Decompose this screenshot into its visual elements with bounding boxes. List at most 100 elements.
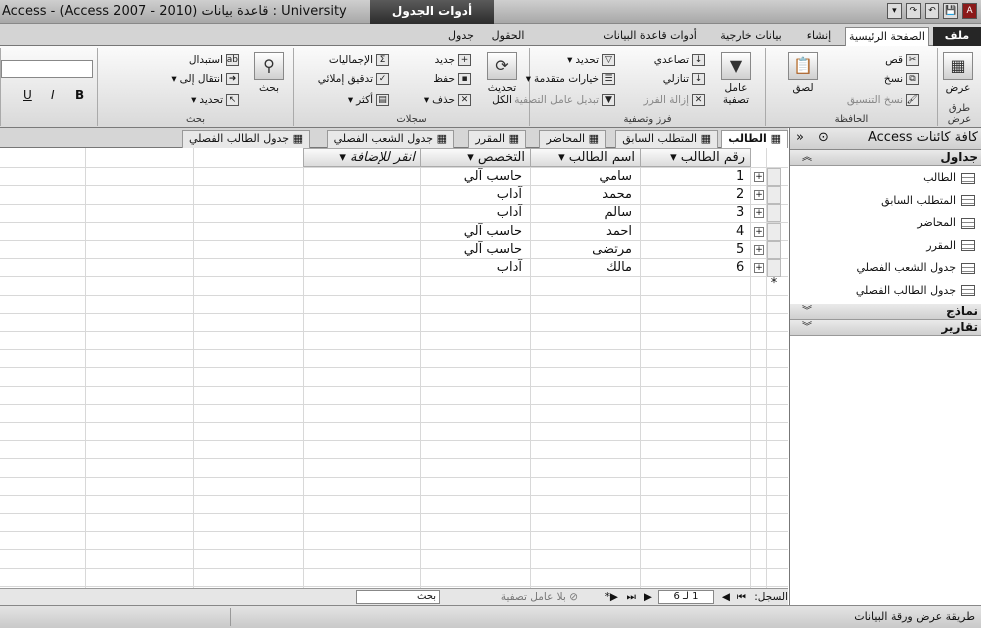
doc-tab-lecturer[interactable]: ▦ المحاضر (539, 130, 606, 148)
nav-table-item[interactable]: المحاضر (917, 213, 975, 233)
cell-major[interactable]: آداب (420, 186, 526, 204)
cell-student-name[interactable]: سامي (530, 168, 636, 186)
nav-table-item[interactable]: المقرر (926, 236, 975, 256)
advanced-button[interactable]: ☰ خيارات متقدمة ▾ (526, 73, 615, 85)
paste-button[interactable]: 📋 لصق (781, 52, 825, 94)
cell-student-id[interactable]: 1 (640, 168, 746, 186)
totals-button[interactable]: Σ الإجماليات (329, 54, 389, 66)
row-selector[interactable] (767, 222, 781, 241)
new-record-row-selector[interactable]: * (767, 277, 781, 296)
expand-icon[interactable]: + (754, 244, 764, 255)
undo-icon[interactable]: ↶ (924, 3, 940, 19)
last-record-button[interactable]: ⏭ (627, 589, 636, 605)
column-header-major[interactable]: التخصص ▾ (420, 148, 531, 167)
tab-external-data[interactable]: بيانات خارجية (711, 27, 791, 46)
remove-sort-button[interactable]: ✕ إزالة الفرز (644, 94, 705, 106)
cell-major[interactable]: حاسب آلي (420, 241, 526, 259)
cell-student-id[interactable]: 3 (640, 204, 746, 222)
tab-fields[interactable]: الحقول (483, 27, 533, 46)
tab-file[interactable]: ملف (933, 27, 981, 46)
cell-major[interactable]: آداب (420, 259, 526, 277)
underline-button[interactable]: U (23, 88, 32, 102)
expand-icon[interactable]: + (754, 172, 764, 182)
replace-button[interactable]: ab استبدال (189, 54, 239, 66)
row-selector[interactable] (767, 186, 781, 205)
next-record-button[interactable]: ▶ (644, 589, 652, 605)
nav-pane-menu-icon[interactable]: ⊙ (818, 128, 829, 148)
qat-dropdown-icon[interactable]: ▾ (887, 3, 902, 19)
nav-section-reports[interactable]: تقارير ︾ (790, 320, 981, 336)
doc-tab-student[interactable]: ▦ الطالب (721, 130, 788, 148)
cell-student-id[interactable]: 6 (640, 259, 746, 277)
view-button[interactable]: ▦ عرض (939, 52, 977, 94)
previous-record-button[interactable]: ◀ (722, 589, 730, 605)
nav-section-forms[interactable]: نماذج ︾ (790, 304, 981, 320)
goto-button[interactable]: ➜ انتقال إلى ▾ (171, 73, 239, 85)
cell-student-id[interactable]: 5 (640, 241, 746, 259)
sort-ascending-button[interactable]: ↓ تصاعدي (654, 54, 705, 66)
cell-student-name[interactable]: مرتضى (530, 241, 636, 259)
more-button[interactable]: ▤ أكثر ▾ (348, 94, 389, 106)
nav-table-item[interactable]: جدول الشعب الفصلي (856, 258, 975, 278)
cell-major[interactable]: حاسب آلي (420, 168, 526, 186)
datasheet-grid[interactable]: رقم الطالب ▾ اسم الطالب ▾ التخصص ▾ انقر … (0, 148, 788, 588)
doc-tab-prerequisite[interactable]: ▦ المتطلب السابق (615, 130, 718, 148)
collapse-pane-icon[interactable]: « (796, 128, 804, 148)
tab-create[interactable]: إنشاء (799, 27, 839, 46)
bold-button[interactable]: B (75, 88, 84, 102)
italic-button[interactable]: I (51, 88, 55, 102)
row-selector[interactable] (767, 168, 781, 186)
save-icon[interactable]: 💾 (943, 3, 959, 19)
expand-icon[interactable]: + (754, 190, 764, 201)
cell-student-name[interactable]: احمد (530, 223, 636, 241)
no-filter-indicator[interactable]: ⊘ بلا عامل تصفية (501, 589, 578, 605)
expand-icon[interactable]: + (754, 208, 764, 219)
row-selector[interactable] (767, 204, 781, 223)
cell-major[interactable]: آداب (420, 204, 526, 222)
cell-major[interactable]: حاسب آلي (420, 223, 526, 241)
tab-home[interactable]: الصفحة الرئيسية (845, 27, 929, 46)
spelling-button[interactable]: ✓ تدقيق إملائي (318, 73, 389, 85)
new-record-button[interactable]: + جديد (435, 54, 471, 66)
tab-table[interactable]: جدول (441, 27, 481, 46)
redo-icon[interactable]: ↷ (905, 3, 921, 19)
doc-tab-section-schedule[interactable]: ▦ جدول الشعب الفصلي (326, 130, 454, 148)
record-position-field[interactable]: 1 لـ 6 (658, 590, 714, 604)
selection-button[interactable]: ▽ تحديد ▾ (567, 54, 615, 66)
row-selector[interactable] (767, 240, 781, 259)
doc-tab-student-schedule[interactable]: ▦ جدول الطالب الفصلي (181, 130, 310, 148)
search-field[interactable]: بحث (356, 590, 440, 604)
select-button[interactable]: ↖ تحديد ▾ (191, 94, 239, 106)
nav-section-tables[interactable]: جداول ︽ (790, 150, 981, 166)
delete-record-button[interactable]: ✕ حذف ▾ (424, 94, 471, 106)
tab-database-tools[interactable]: أدوات قاعدة البيانات (595, 27, 705, 46)
first-record-button[interactable]: ⏮ (737, 589, 746, 605)
doc-tab-course[interactable]: ▦ المقرر (468, 130, 526, 148)
column-header-student-id[interactable]: رقم الطالب ▾ (640, 148, 751, 167)
nav-pane-header[interactable]: كافة كائنات Access ⊙ « (790, 128, 981, 150)
column-header-student-name[interactable]: اسم الطالب ▾ (530, 148, 641, 167)
expand-icon[interactable]: + (754, 226, 764, 237)
cell-student-name[interactable]: محمد (530, 186, 636, 204)
cell-student-id[interactable]: 4 (640, 223, 746, 241)
nav-table-item[interactable]: جدول الطالب الفصلي (856, 281, 975, 301)
column-header-click-to-add[interactable]: انقر للإضافة ▾ (303, 148, 421, 167)
nav-table-item[interactable]: المتطلب السابق (881, 191, 975, 211)
save-record-button[interactable]: ▪ حفظ (433, 73, 471, 85)
new-record-nav-button[interactable]: ▶* (605, 589, 618, 605)
row-selector[interactable] (767, 259, 781, 277)
sort-descending-button[interactable]: ↓ تنازلي (663, 73, 705, 85)
format-painter-button[interactable]: 🖌 نسخ التنسيق (847, 94, 919, 106)
nav-table-item[interactable]: الطالب (923, 168, 975, 188)
toggle-filter-button[interactable]: ▼ تبديل عامل التصفية (514, 94, 615, 106)
cell-student-name[interactable]: مالك (530, 259, 636, 277)
expand-icon[interactable]: + (754, 263, 764, 273)
copy-button[interactable]: ⧉ نسخ (884, 73, 919, 85)
find-button[interactable]: ⚲ بحث (249, 52, 289, 94)
cell-student-id[interactable]: 2 (640, 186, 746, 204)
cell-student-name[interactable]: سالم (530, 204, 636, 222)
cut-button[interactable]: ✂ قص (885, 54, 919, 66)
refresh-all-button[interactable]: ⟳ تحديث الكل (479, 52, 525, 106)
filter-button[interactable]: ▼ عامل تصفية (713, 52, 759, 106)
font-name-field[interactable] (1, 60, 93, 78)
